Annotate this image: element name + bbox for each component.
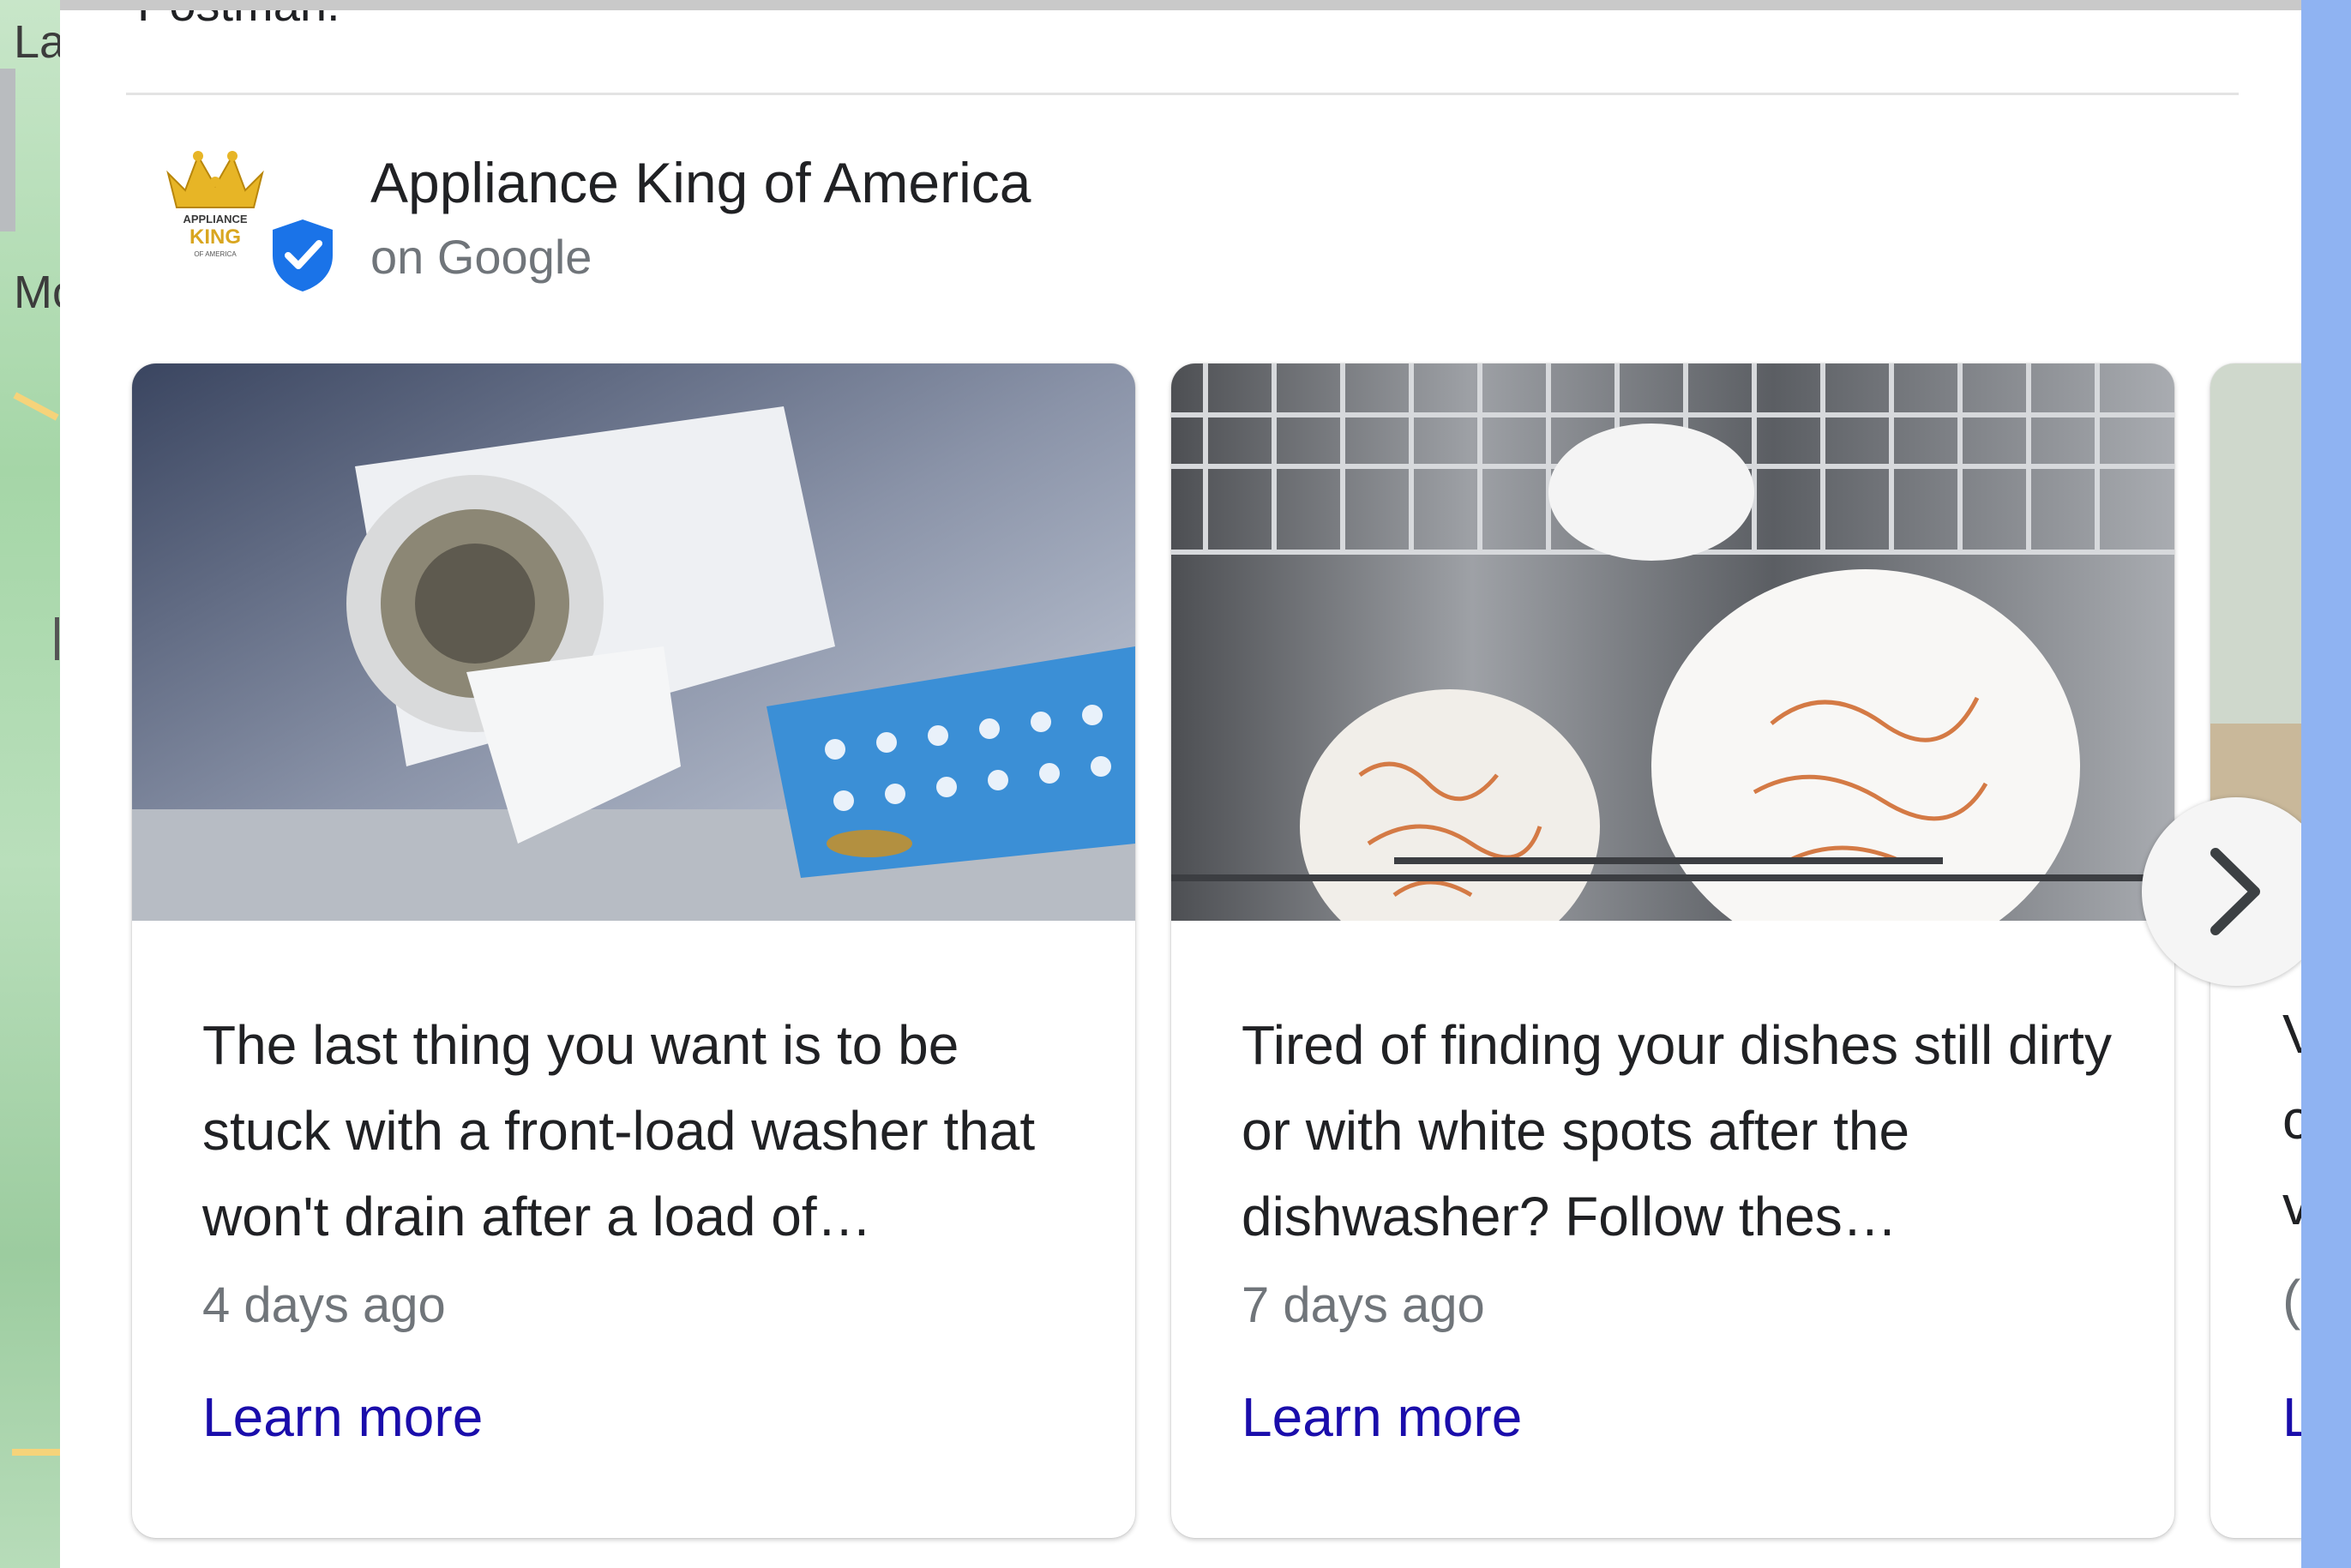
post-text: The last thing you want is to be stuck w… (202, 1014, 1036, 1247)
business-posts-panel: Postman. APPLIANCE KING OF AMERICA Appli… (60, 10, 2301, 1568)
verified-badge-icon (273, 219, 333, 291)
scrollbar-edge (2301, 0, 2351, 1568)
post-date: 4 days ago (202, 1277, 446, 1333)
map-road (13, 392, 59, 421)
map-strip[interactable]: La Mo (0, 0, 60, 1568)
svg-text:OF AMERICA: OF AMERICA (194, 250, 237, 258)
divider (126, 93, 2239, 95)
dishwasher-dirty-plates-photo (1171, 363, 2174, 921)
learn-more-link-fragment[interactable]: L (2282, 1385, 2301, 1449)
window-top-border (0, 0, 2351, 10)
business-name[interactable]: Appliance King of America (370, 150, 1031, 215)
map-road (12, 1449, 60, 1456)
post-body: The last thing you want is to be stuck w… (202, 1002, 1084, 1334)
post-card[interactable]: Tired of finding your dishes still dirty… (1171, 363, 2174, 1538)
post-body: Tired of finding your dishes still dirty… (1242, 1002, 2123, 1334)
post-text-fragment: c (2282, 1089, 2301, 1150)
post-date-fragment: ( (2282, 1269, 2301, 1331)
chevron-right-icon (2210, 848, 2260, 935)
washer-drain-filter-photo (132, 363, 1135, 921)
business-logo[interactable]: APPLIANCE KING OF AMERICA (151, 139, 280, 285)
post-text-fragment: V (2282, 1003, 2301, 1065)
post-date: 7 days ago (1242, 1277, 1485, 1333)
map-marker (55, 617, 59, 660)
post-card[interactable]: The last thing you want is to be stuck w… (132, 363, 1135, 1538)
business-subtitle: on Google (370, 230, 592, 284)
map-label: La (14, 16, 60, 68)
learn-more-link[interactable]: Learn more (202, 1385, 483, 1449)
map-area (0, 69, 15, 231)
post-text: Tired of finding your dishes still dirty… (1242, 1014, 2112, 1247)
learn-more-link[interactable]: Learn more (1242, 1385, 1522, 1449)
svg-text:KING: KING (189, 225, 241, 249)
post-text-fragment: v (2282, 1174, 2301, 1236)
map-label: Mo (14, 267, 60, 318)
truncated-heading: Postman. (137, 10, 340, 32)
svg-text:APPLIANCE: APPLIANCE (183, 213, 247, 225)
